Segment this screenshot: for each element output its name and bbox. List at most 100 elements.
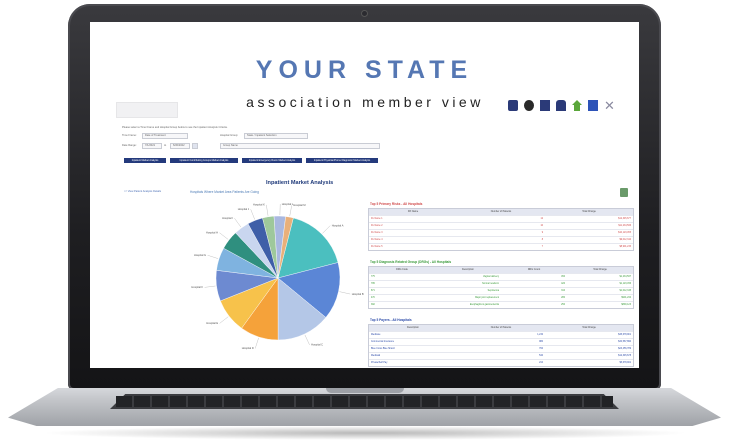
table-row[interactable]: 470 Major joint replacement 280 $901,234	[369, 294, 633, 301]
column-header: Total Charge	[582, 210, 596, 213]
pie-leader-line	[204, 285, 216, 288]
pie-leader-line	[219, 316, 229, 324]
table-cell: Blue Cross Blue Shield	[371, 348, 395, 350]
table-cell: $890,123	[621, 304, 631, 306]
table-cell: 250	[561, 304, 565, 306]
table-cell: Septicemia	[487, 290, 499, 292]
brand-banner: YOUR STATE	[90, 22, 639, 100]
pie-chart: Hospital A Hospital B Hospital C Hospital D…	[191, 202, 364, 350]
pie-slice-label: Hospital E	[206, 321, 218, 325]
app-header: ✕	[110, 96, 632, 120]
drg-title: Top 5 Diagnosis Related Group (DRGs) - A…	[370, 260, 452, 264]
table-cell: 775	[371, 276, 375, 278]
column-header: DRG Code	[396, 268, 408, 271]
intro-text: Please select a Time Frame and Hospital …	[122, 126, 228, 129]
column-header: Description	[462, 268, 474, 271]
column-header: Description	[407, 326, 419, 329]
back-link[interactable]: << View Patient Analysis Details	[124, 190, 161, 193]
pie-slice-label: Hospital D	[242, 346, 254, 350]
market-analysis-button[interactable]: Inpatient Market Analysis	[124, 158, 166, 163]
table-cell: $8,901,233	[619, 246, 632, 248]
table-row[interactable]: Blue Cross Blue Shield 760 $23,456,789	[369, 345, 633, 352]
table-row[interactable]: 871 Septicemia 310 $1,012,345	[369, 287, 633, 294]
home-icon[interactable]	[572, 100, 582, 111]
table-row[interactable]: Dx Name 4 8 $9,012,344	[369, 236, 633, 243]
table-cell: Vaginal delivery	[482, 276, 499, 278]
table-cell: 12	[540, 218, 543, 220]
pie-leader-line	[304, 334, 310, 345]
table-row[interactable]: Commercial Insurance 980 $34,567,890	[369, 338, 633, 345]
users-icon[interactable]	[556, 100, 566, 111]
table-cell: $1,012,345	[619, 290, 632, 292]
table-row[interactable]: Medicare 1,234 $45,678,901	[369, 331, 633, 338]
toolbar-icons: ✕	[508, 99, 615, 112]
table-row[interactable]: Private/Self Pay 210 $5,678,901	[369, 359, 633, 366]
logo	[116, 102, 178, 118]
pie-slice-label: Hospital C	[311, 343, 323, 347]
table-row[interactable]: 775 Vaginal delivery 450 $1,234,567	[369, 273, 633, 280]
date-from-input[interactable]: 7/1/2021	[142, 143, 162, 149]
laptop-shadow	[40, 426, 690, 440]
table-cell: $12,345,678	[618, 355, 631, 357]
hospital-group-select[interactable]: State / Inpatient Selection	[244, 133, 308, 139]
table-cell: $23,456,789	[618, 348, 631, 350]
table-cell: 1,234	[537, 334, 543, 336]
pie-slice-label: Hospital G	[194, 253, 206, 257]
table-row[interactable]: Dx Name 5 7 $8,901,233	[369, 243, 633, 250]
table-cell: $5,678,901	[619, 362, 632, 364]
table-row[interactable]: Medicaid 540 $12,345,678	[369, 352, 633, 359]
table-cell: $34,567,890	[618, 341, 631, 343]
time-frame-select[interactable]: Date of Treatment	[142, 133, 188, 139]
pie-title: Hospitals Where Market Area Patients Are…	[190, 190, 259, 194]
time-frame-label: Time Frame:	[122, 134, 137, 137]
pie-leader-line	[255, 337, 259, 349]
calendar-picker-button[interactable]	[192, 143, 198, 149]
close-icon[interactable]: ✕	[604, 99, 615, 112]
save-icon[interactable]	[540, 100, 550, 111]
pie-leader-line	[266, 204, 269, 216]
laptop-screen: YOUR STATE association member view ✕ Ple…	[90, 22, 639, 368]
pie-slice-label: Hospital L	[282, 202, 294, 206]
table-cell: 310	[561, 290, 565, 292]
pie-leader-line	[339, 291, 351, 295]
table-cell: $45,678,901	[618, 334, 631, 336]
table-cell: Dx Name 3	[371, 232, 383, 234]
table-cell: 392	[371, 304, 375, 306]
calendar-icon[interactable]	[508, 100, 518, 111]
table-cell: 980	[539, 341, 543, 343]
table-row[interactable]: Dx Name 2 10 $11,234,566	[369, 222, 633, 229]
headline: YOUR STATE	[255, 56, 474, 84]
payers-table: Description Number of Patients Total Charg…	[368, 324, 634, 367]
table-cell: 210	[539, 362, 543, 364]
video-icon[interactable]	[524, 100, 534, 111]
date-to-input[interactable]: 6/30/2022	[170, 143, 190, 149]
table-row[interactable]: 795 Normal newborn 420 $1,123,456	[369, 280, 633, 287]
lid-notch	[326, 388, 404, 393]
pie-slice-label: Hospital J	[238, 207, 250, 211]
table-cell: $1,234,567	[619, 276, 632, 278]
payers-title: Top 5 Payers - All Hospitals	[370, 318, 412, 322]
table-cell: $1,123,456	[619, 283, 632, 285]
emergency-room-button[interactable]: Inpatient Emergency Room Market Analysis	[242, 158, 302, 163]
help-icon[interactable]	[588, 100, 598, 111]
export-excel-icon[interactable]	[620, 188, 628, 197]
table-cell: Dx Name 5	[371, 246, 383, 248]
column-header: DX Name	[407, 210, 419, 213]
table-cell: 760	[539, 348, 543, 350]
column-header: Number of Patients	[490, 326, 512, 329]
physician-diagnostic-button[interactable]: Inpatient Physician/Home Diagnostic Mark…	[306, 158, 378, 163]
table-cell: Major joint replacement	[475, 297, 499, 299]
table-row[interactable]: Dx Name 1 12 $12,345,677	[369, 215, 633, 222]
table-row[interactable]: Dx Name 3 9 $10,123,455	[369, 229, 633, 236]
date-range-label: Date Range:	[122, 144, 137, 147]
table-cell: 10	[540, 225, 543, 227]
table-cell: $10,123,455	[618, 232, 631, 234]
contributing-groups-button[interactable]: Inpatient Contributing Groups Market Ana…	[170, 158, 238, 163]
group-name-field[interactable]: Group Name	[220, 143, 380, 149]
table-cell: Commercial Insurance	[371, 341, 394, 343]
pie-slice-label: Hospital B	[352, 292, 364, 296]
table-cell: 420	[561, 283, 565, 285]
hospital-group-label: Hospital Group:	[220, 134, 239, 137]
pie-slice-label: Hospital F	[191, 285, 203, 289]
table-row[interactable]: 392 Esophagitis & gastroenteritis 250 $890,…	[369, 301, 633, 308]
